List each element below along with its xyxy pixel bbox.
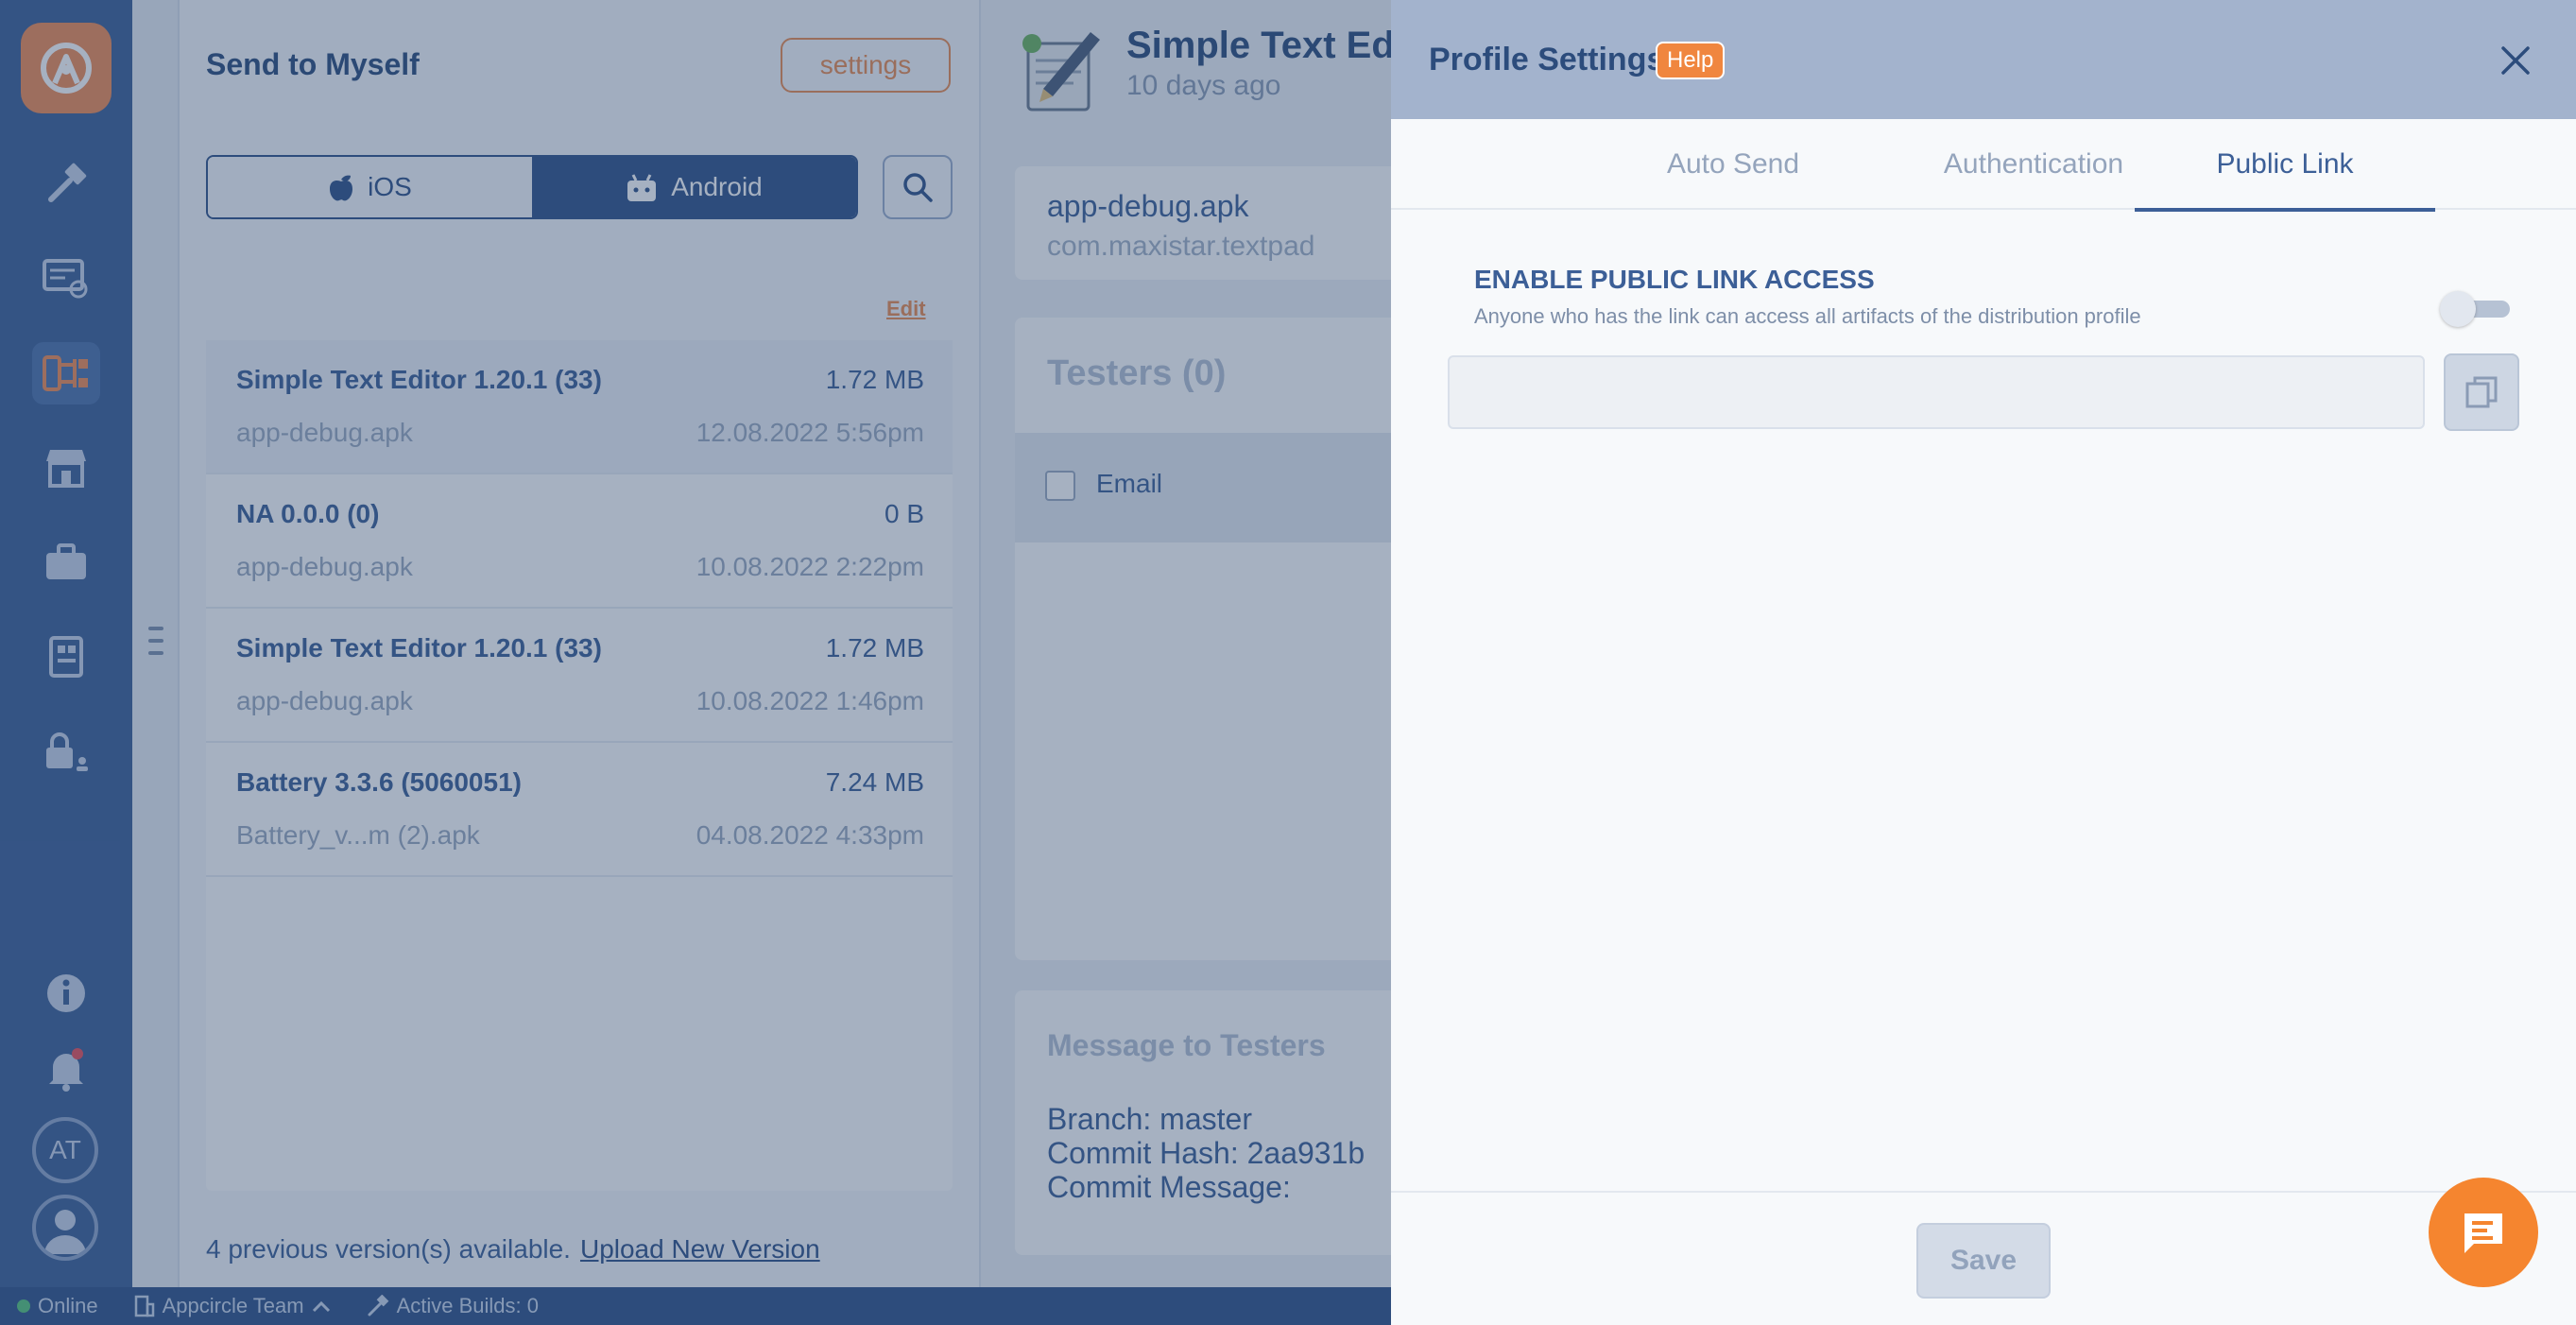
public-link-input[interactable] (1448, 355, 2425, 429)
save-button[interactable]: Save (1916, 1223, 2051, 1299)
public-link-toggle[interactable] (2440, 291, 2510, 327)
modal-backdrop[interactable] (0, 0, 1391, 1325)
profile-settings-panel: Profile Settings Help Auto Send Authenti… (1391, 0, 2576, 1325)
copy-link-button[interactable] (2444, 353, 2519, 431)
help-badge[interactable]: Help (1656, 42, 1726, 79)
chat-support-button[interactable] (2429, 1178, 2538, 1287)
public-link-section-description: Anyone who has the link can access all a… (1474, 304, 2141, 328)
tab-auto-send[interactable]: Auto Send (1591, 119, 1875, 210)
panel-footer: Save (1391, 1191, 2576, 1325)
toggle-knob (2440, 291, 2476, 327)
panel-title: Profile Settings (1429, 42, 1665, 77)
panel-header: Profile Settings Help (1391, 0, 2576, 119)
chat-icon (2464, 1213, 2502, 1253)
copy-icon (2465, 376, 2498, 408)
settings-tabs: Auto Send Authentication Public Link (1391, 119, 2576, 212)
close-icon (2501, 46, 2530, 75)
public-link-section-title: ENABLE PUBLIC LINK ACCESS (1474, 265, 1875, 294)
close-button[interactable] (2491, 36, 2540, 85)
tab-public-link[interactable]: Public Link (2135, 119, 2435, 212)
